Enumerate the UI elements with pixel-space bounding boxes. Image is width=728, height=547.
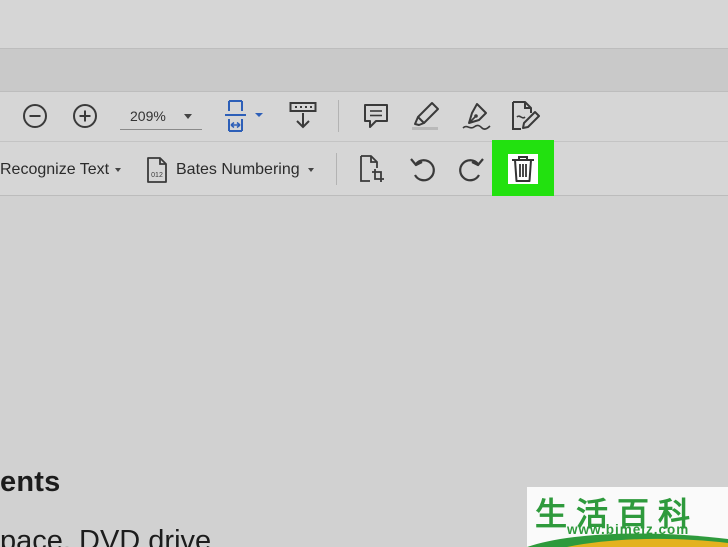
tab-strip xyxy=(0,48,728,92)
chevron-down-icon xyxy=(184,114,192,119)
document-body-text: pace, DVD drive xyxy=(0,525,212,547)
zoom-level-value: 209% xyxy=(130,108,166,124)
recognize-text-menu[interactable]: Recognize Text xyxy=(0,159,122,181)
bates-icon-text: 012 xyxy=(151,172,163,179)
recognize-text-label: Recognize Text xyxy=(0,161,110,178)
fit-page-icon[interactable] xyxy=(224,99,266,133)
pen-nib-icon[interactable] xyxy=(460,100,492,132)
site-watermark: 生活百科 www.bimeiz.com xyxy=(527,487,728,547)
crop-page-icon[interactable] xyxy=(358,154,386,184)
window-top-bar xyxy=(0,0,728,48)
document-heading: ents xyxy=(0,466,61,498)
delete-button-background xyxy=(508,154,538,184)
fill-sign-icon[interactable] xyxy=(508,100,542,132)
bates-numbering-icon: 012 xyxy=(147,157,167,183)
chevron-down-icon xyxy=(115,168,122,172)
highlighter-icon[interactable] xyxy=(410,100,442,132)
rotate-clockwise-icon[interactable] xyxy=(456,155,486,183)
delete-page-button[interactable] xyxy=(492,140,554,199)
bates-numbering-label: Bates Numbering xyxy=(176,161,300,178)
zoom-level-select[interactable]: 209% xyxy=(120,104,202,130)
bates-numbering-menu[interactable]: 012 Bates Numbering xyxy=(146,155,314,185)
comment-icon[interactable] xyxy=(362,102,390,130)
zoom-out-icon[interactable] xyxy=(22,103,48,129)
rotate-counterclockwise-icon[interactable] xyxy=(408,155,438,183)
watermark-swoosh xyxy=(527,533,728,547)
toolbar-divider xyxy=(338,100,339,132)
toolbar-divider xyxy=(336,153,337,185)
scroll-mode-icon[interactable] xyxy=(289,101,317,131)
trash-icon xyxy=(512,156,534,182)
zoom-in-icon[interactable] xyxy=(72,103,98,129)
chevron-down-icon xyxy=(307,168,314,172)
